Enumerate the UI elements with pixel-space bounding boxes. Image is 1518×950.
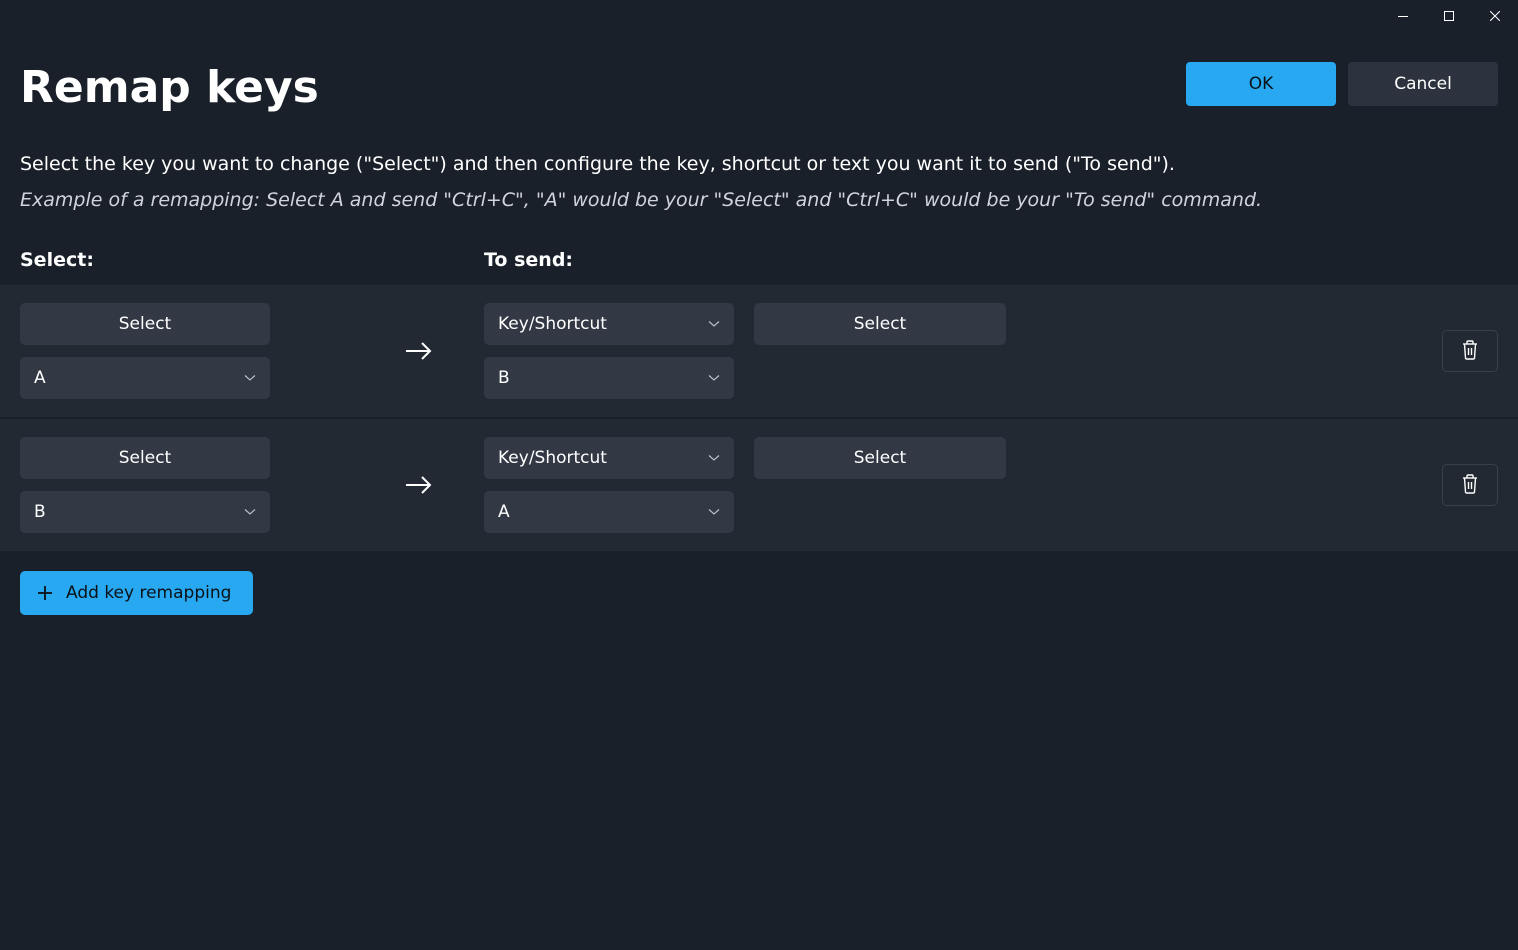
minimize-button[interactable]	[1380, 0, 1426, 32]
from-key-value: B	[34, 502, 46, 522]
arrow-icon	[354, 339, 484, 363]
page-title: Remap keys	[20, 62, 319, 113]
delete-mapping-button[interactable]	[1442, 330, 1498, 372]
column-header-send: To send:	[484, 249, 573, 271]
from-select-button[interactable]: Select	[20, 437, 270, 479]
chevron-down-icon	[244, 505, 256, 520]
close-button[interactable]	[1472, 0, 1518, 32]
to-key-dropdown[interactable]: A	[484, 491, 734, 533]
chevron-down-icon	[708, 505, 720, 520]
arrow-icon	[354, 473, 484, 497]
delete-mapping-button[interactable]	[1442, 464, 1498, 506]
from-select-button[interactable]: Select	[20, 303, 270, 345]
send-mode-value: Key/Shortcut	[498, 448, 607, 468]
cancel-button[interactable]: Cancel	[1348, 62, 1498, 106]
send-mode-dropdown[interactable]: Key/Shortcut	[484, 437, 734, 479]
mapping-row: Select B Key/Shortcut	[0, 419, 1518, 551]
to-key-dropdown[interactable]: B	[484, 357, 734, 399]
ok-button[interactable]: OK	[1186, 62, 1336, 106]
trash-icon	[1460, 339, 1480, 364]
trash-icon	[1460, 473, 1480, 498]
column-header-select: Select:	[20, 249, 484, 271]
to-key-value: B	[498, 368, 510, 388]
maximize-button[interactable]	[1426, 0, 1472, 32]
send-mode-dropdown[interactable]: Key/Shortcut	[484, 303, 734, 345]
add-remapping-label: Add key remapping	[66, 583, 231, 603]
chevron-down-icon	[244, 371, 256, 386]
mapping-row: Select A Key/Shortcut	[0, 285, 1518, 417]
chevron-down-icon	[708, 451, 720, 466]
intro-main-text: Select the key you want to change ("Sele…	[20, 153, 1498, 175]
to-select-button[interactable]: Select	[754, 437, 1006, 479]
send-mode-value: Key/Shortcut	[498, 314, 607, 334]
plus-icon	[36, 584, 54, 602]
mappings-list: Select A Key/Shortcut	[0, 285, 1518, 551]
chevron-down-icon	[708, 317, 720, 332]
chevron-down-icon	[708, 371, 720, 386]
titlebar	[0, 0, 1518, 32]
from-key-dropdown[interactable]: B	[20, 491, 270, 533]
to-select-button[interactable]: Select	[754, 303, 1006, 345]
from-key-value: A	[34, 368, 46, 388]
add-remapping-button[interactable]: Add key remapping	[20, 571, 253, 615]
intro-example-text: Example of a remapping: Select A and sen…	[20, 189, 1498, 211]
from-key-dropdown[interactable]: A	[20, 357, 270, 399]
to-key-value: A	[498, 502, 510, 522]
